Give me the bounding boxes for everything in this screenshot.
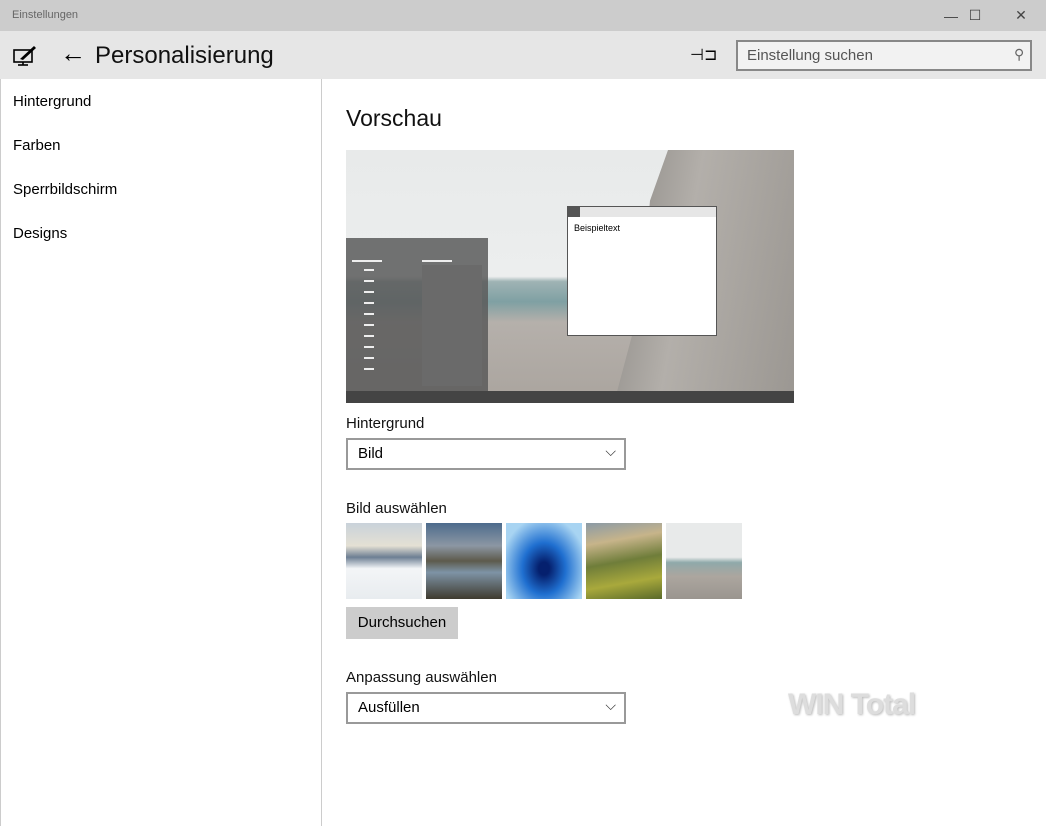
watermark-logo: WIN Total (788, 688, 916, 721)
preview-start-menu (346, 238, 488, 391)
image-thumbnail-4[interactable] (586, 523, 662, 599)
fit-label: Anpassung auswählen (346, 669, 497, 686)
title-bar: Einstellungen — ☐ ✕ (0, 0, 1046, 31)
sidebar: Hintergrund Farben Sperrbildschirm Desig… (0, 79, 322, 826)
image-thumbnail-1[interactable] (346, 523, 422, 599)
search-icon[interactable]: ⚲ (1014, 46, 1024, 63)
preview-window: Beispieltext (567, 206, 717, 336)
sidebar-item-designs[interactable]: Designs (13, 225, 67, 242)
search-input[interactable]: Einstellung suchen ⚲ (736, 40, 1032, 71)
personalization-icon (13, 46, 36, 66)
image-thumbnail-5[interactable] (666, 523, 742, 599)
maximize-button[interactable]: ☐ (952, 0, 998, 31)
header: ← Personalisierung ⊣⊐ Einstellung suchen… (0, 31, 1046, 79)
window-title: Einstellungen (12, 9, 79, 21)
fit-dropdown[interactable]: Ausfüllen ⌵ (346, 692, 626, 724)
preview-sample-text: Beispieltext (574, 223, 621, 233)
search-placeholder: Einstellung suchen (747, 47, 873, 64)
chevron-down-icon: ⌵ (605, 443, 616, 459)
back-button[interactable]: ← (60, 39, 86, 67)
background-value: Bild (358, 445, 384, 462)
preview-heading: Vorschau (346, 105, 442, 131)
page-title: Personalisierung (95, 42, 274, 69)
pin-icon[interactable]: ⊣⊐ (690, 45, 717, 65)
choose-image-label: Bild auswählen (346, 500, 447, 517)
fit-value: Ausfüllen (358, 699, 420, 716)
browse-button[interactable]: Durchsuchen (346, 607, 458, 639)
close-button[interactable]: ✕ (998, 0, 1044, 31)
sidebar-item-hintergrund[interactable]: Hintergrund (13, 93, 91, 110)
image-thumbnail-2[interactable] (426, 523, 502, 599)
sidebar-item-sperrbildschirm[interactable]: Sperrbildschirm (13, 181, 117, 198)
image-thumbnail-3[interactable] (506, 523, 582, 599)
sidebar-item-farben[interactable]: Farben (13, 137, 61, 154)
background-label: Hintergrund (346, 415, 425, 432)
desktop-preview: Beispieltext (346, 150, 794, 403)
preview-taskbar (346, 391, 794, 403)
chevron-down-icon: ⌵ (605, 697, 616, 713)
background-dropdown[interactable]: Bild ⌵ (346, 438, 626, 470)
